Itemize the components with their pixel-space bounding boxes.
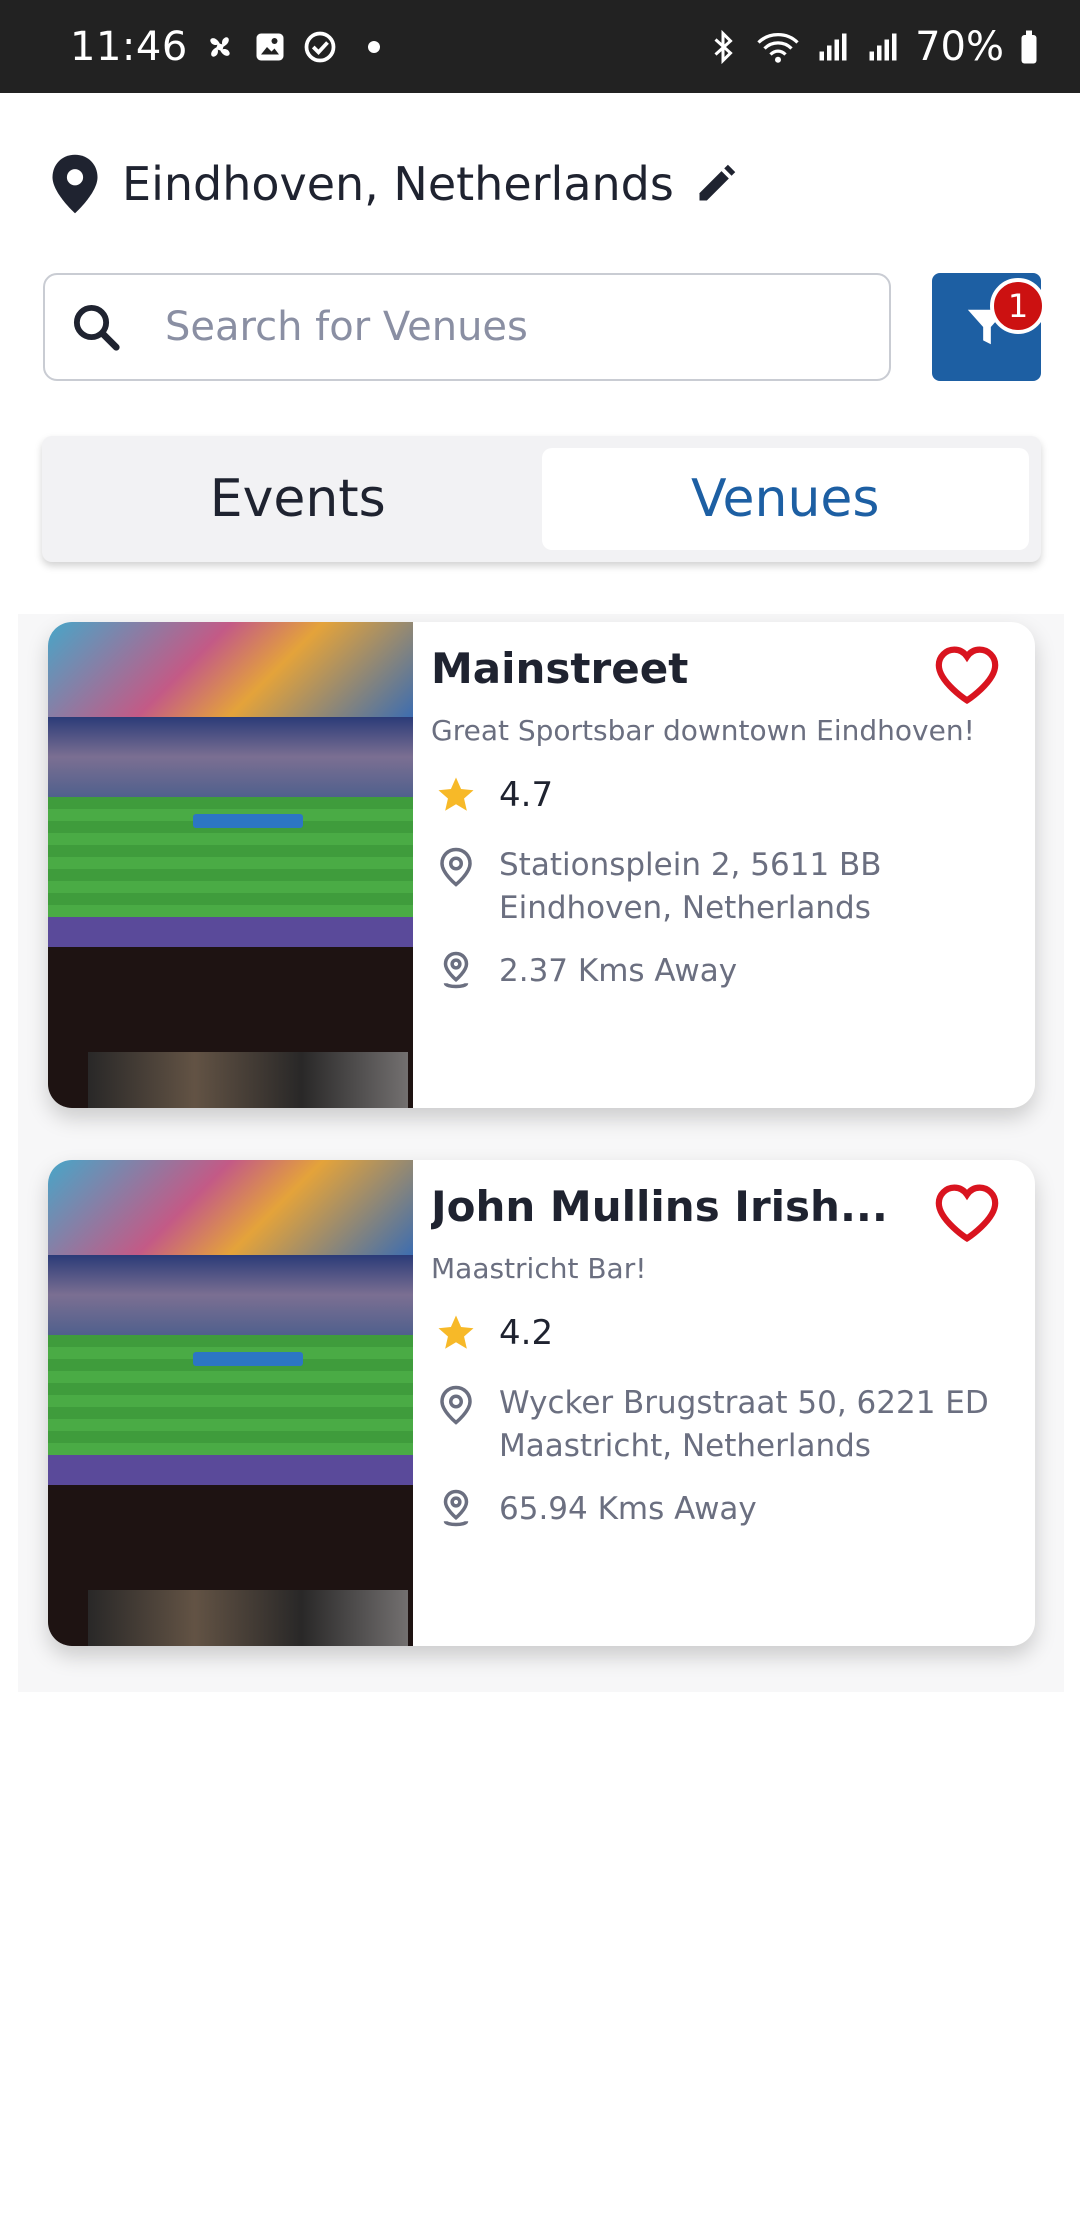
venue-info: John Mullins Irish... Maastricht Bar! 4.… [431, 1160, 1011, 1646]
venue-distance: 2.37 Kms Away [499, 953, 738, 989]
venue-address: Stationsplein 2, 5611 BB Eindhoven, Neth… [499, 847, 882, 926]
star-icon [438, 777, 474, 811]
venue-address: Wycker Brugstraat 50, 6221 ED Maastricht… [499, 1385, 989, 1464]
heart-icon[interactable] [933, 644, 1001, 706]
battery-icon [1021, 30, 1037, 63]
segment-control: Events Venues [42, 436, 1041, 562]
venue-card[interactable]: Mainstreet Great Sportsbar downtown Eind… [48, 622, 1035, 1108]
rating-value: 4.2 [499, 1313, 554, 1353]
venue-info: Mainstreet Great Sportsbar downtown Eind… [431, 622, 1011, 1108]
filter-badge: 1 [990, 278, 1046, 334]
venue-card[interactable]: John Mullins Irish... Maastricht Bar! 4.… [48, 1160, 1035, 1646]
star-icon [438, 1315, 474, 1349]
venue-photo [48, 1160, 413, 1646]
location-row[interactable]: Eindhoven, Netherlands [48, 148, 738, 220]
bluetooth-icon [714, 29, 733, 64]
distance-pin-icon [443, 951, 469, 989]
search-icon [73, 304, 120, 351]
map-pin-icon [52, 154, 98, 214]
status-bar: 11:46 70% [0, 0, 1080, 93]
venue-name: Mainstreet [431, 644, 689, 693]
venue-description: Maastricht Bar! [431, 1252, 647, 1285]
rating-row: 4.7 [435, 774, 553, 816]
venue-distance: 65.94 Kms Away [499, 1491, 757, 1527]
distance-row: 2.37 Kms Away [435, 950, 737, 992]
search-box[interactable] [43, 273, 891, 381]
signal-icon-2 [869, 33, 897, 60]
venue-photo [48, 622, 413, 1108]
heart-icon[interactable] [933, 1182, 1001, 1244]
gallery-icon [256, 33, 284, 60]
tab-venues[interactable]: Venues [541, 448, 1029, 550]
fan-icon [210, 36, 230, 57]
notification-dot [367, 40, 380, 53]
distance-pin-icon [443, 1489, 469, 1527]
location-outline-icon [440, 847, 472, 887]
search-input[interactable] [165, 304, 845, 350]
battery-percentage: 70% [915, 23, 1004, 70]
rating-row: 4.2 [435, 1312, 553, 1354]
wifi-icon [757, 32, 799, 63]
location-text: Eindhoven, Netherlands [122, 157, 674, 211]
signal-icon [819, 33, 847, 60]
venue-description: Great Sportsbar downtown Eindhoven! [431, 714, 975, 747]
rating-value: 4.7 [499, 775, 554, 815]
distance-row: 65.94 Kms Away [435, 1488, 757, 1530]
venue-name: John Mullins Irish... [431, 1182, 888, 1231]
check-circle-icon [304, 31, 336, 62]
location-outline-icon [440, 1385, 472, 1425]
tab-events[interactable]: Events [54, 448, 542, 550]
address-row: Wycker Brugstraat 50, 6221 ED Maastricht… [435, 1382, 1019, 1468]
address-row: Stationsplein 2, 5611 BB Eindhoven, Neth… [435, 844, 1019, 930]
status-right: 70% [705, 24, 1040, 70]
venue-list: Mainstreet Great Sportsbar downtown Eind… [18, 614, 1064, 1692]
status-time: 11:46 [70, 23, 188, 70]
status-left: 11:46 [70, 24, 380, 70]
pencil-icon[interactable] [694, 162, 738, 206]
